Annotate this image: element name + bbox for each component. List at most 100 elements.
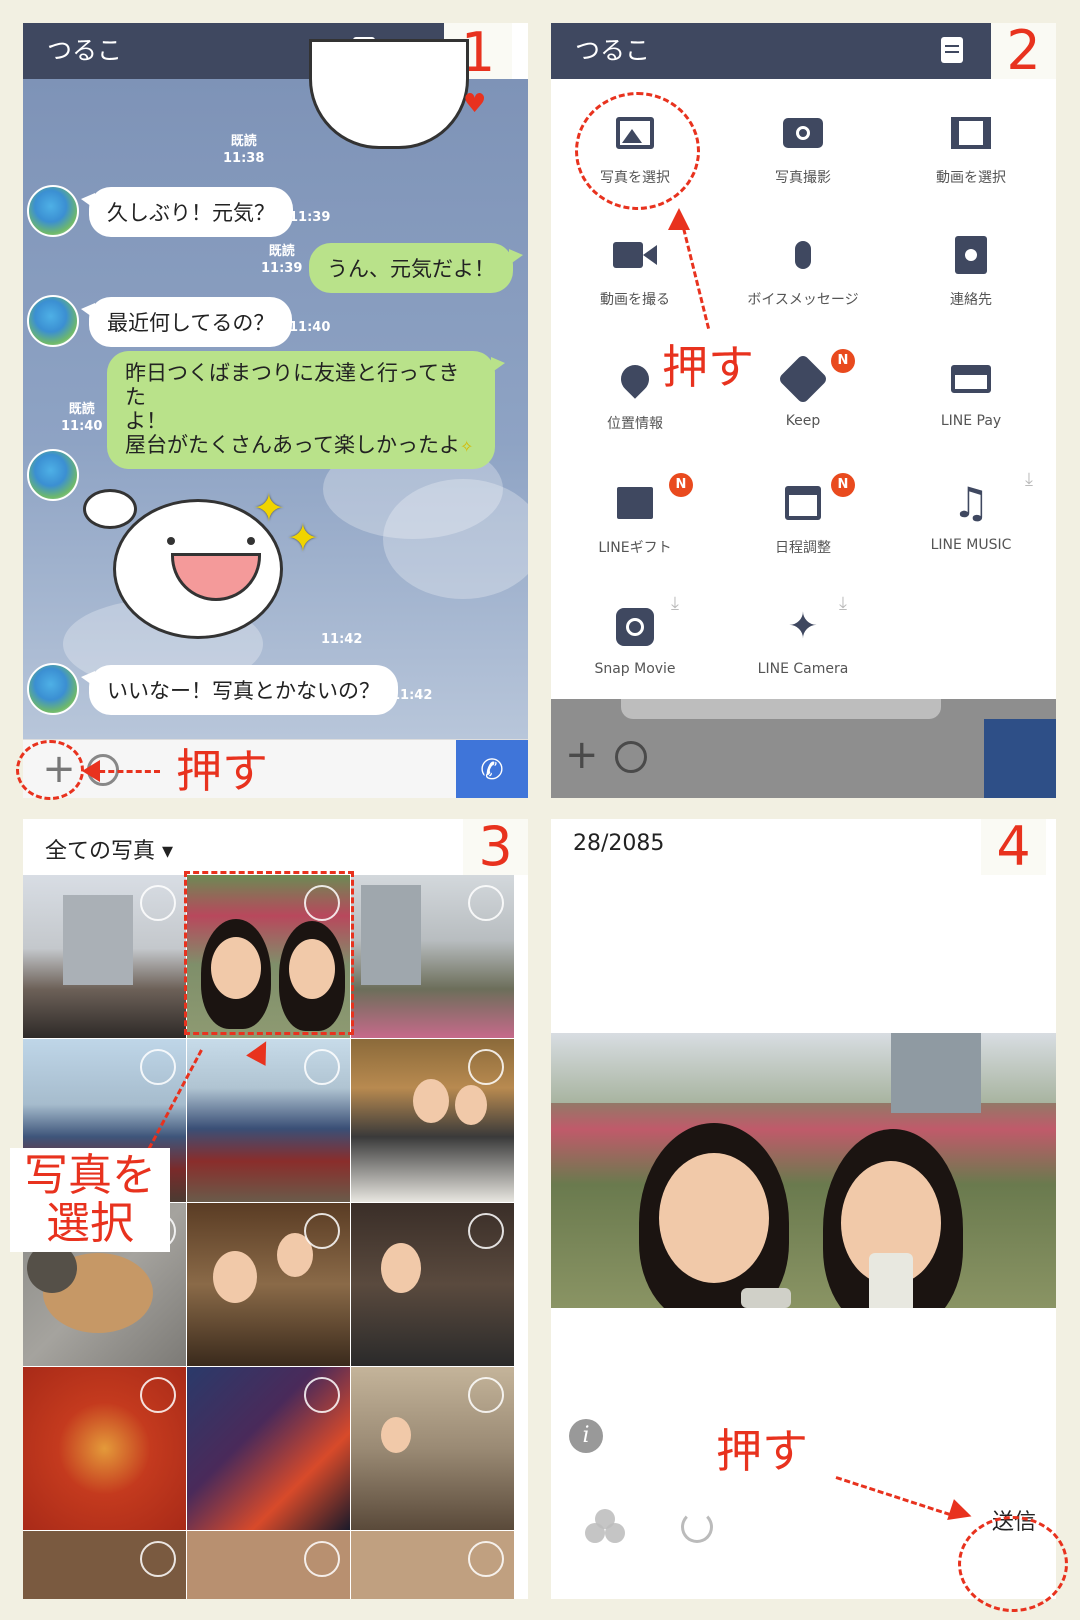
phone-icon: ✆ [480, 753, 504, 786]
select-circle[interactable] [468, 1049, 504, 1085]
photo-thumbnail[interactable] [351, 875, 514, 1038]
menu-record-video[interactable]: 動画を撮る [551, 201, 719, 321]
photo-thumbnail[interactable] [23, 1531, 186, 1599]
photo-thumbnail[interactable] [187, 1039, 350, 1202]
download-icon: ⤓ [1025, 469, 1033, 490]
new-badge: N [669, 473, 693, 497]
photo-thumbnail[interactable] [351, 1367, 514, 1530]
photo-preview-panel: 28/2085 4 i 送信 [551, 819, 1056, 1599]
photo-thumbnail[interactable] [23, 875, 186, 1038]
menu-line-gift[interactable]: N LINEギフト [551, 449, 719, 569]
new-badge: N [831, 349, 855, 373]
friend-avatar[interactable] [27, 663, 79, 715]
select-circle[interactable] [140, 1541, 176, 1577]
info-icon[interactable]: i [569, 1419, 603, 1453]
dimmed-input-bar: + [551, 699, 1056, 798]
camera-icon [779, 109, 827, 157]
film-icon [947, 109, 995, 157]
gift-icon [611, 479, 659, 527]
select-circle[interactable] [304, 1541, 340, 1577]
select-circle[interactable] [304, 1213, 340, 1249]
message-bubble-own: うん、元気だよ！ [309, 243, 523, 293]
read-status: 既読 11:40 [61, 402, 103, 434]
photo-counter: 28/2085 [573, 831, 665, 856]
annotation-arrowhead [82, 760, 100, 782]
annotation-circle [958, 1516, 1068, 1612]
contact-icon [947, 231, 995, 279]
download-icon: ⤓ [671, 593, 679, 614]
sparkle-emoji-icon: ✧ [459, 437, 474, 456]
message-time: 11:42 [391, 688, 433, 703]
friend-avatar[interactable] [27, 295, 79, 347]
select-circle[interactable] [304, 1377, 340, 1413]
menu-select-video[interactable]: 動画を選択 [887, 79, 1055, 199]
annotation-circle [575, 92, 700, 210]
message-bubble: 最近何してるの？ [80, 297, 293, 347]
gallery-header: 全ての写真 ▾ [23, 819, 528, 875]
chat-screen-panel: つるこ 1 ♥ 既読 11:38 久しぶり！元気？ 11:39 既読 11:39 う… [23, 23, 528, 798]
menu-take-photo[interactable]: 写真撮影 [719, 79, 887, 199]
select-circle[interactable] [304, 1049, 340, 1085]
menu-snap-movie[interactable]: ⤓ Snap Movie [551, 573, 719, 693]
annotation-circle [16, 740, 84, 800]
sparkle-star-icon: ✦ [287, 516, 319, 560]
message-bubble: 久しぶり！元気？ [81, 187, 293, 237]
photo-thumbnail[interactable] [351, 1039, 514, 1202]
menu-voice-message[interactable]: ボイスメッセージ [719, 201, 887, 321]
select-circle[interactable] [140, 1377, 176, 1413]
music-note-icon: ♫ [952, 478, 990, 527]
menu-line-camera[interactable]: ✦ ⤓ LINE Camera [719, 573, 887, 693]
menu-line-pay[interactable]: LINE Pay [887, 325, 1055, 445]
magic-wand-icon: ✦ [787, 606, 819, 647]
emoji-icon [615, 741, 647, 773]
message-time: 11:42 [321, 632, 363, 647]
photo-thumbnail[interactable] [23, 1367, 186, 1530]
annotation-press-label: 押す [176, 744, 268, 798]
message-time: 11:40 [289, 320, 331, 335]
annotation-press-label: 押す [662, 340, 754, 394]
annotation-press-label: 押す [716, 1424, 808, 1478]
select-circle[interactable] [468, 1213, 504, 1249]
chat-title: つるこ [575, 36, 651, 65]
chat-title: つるこ [47, 36, 123, 65]
select-circle[interactable] [140, 1049, 176, 1085]
new-badge: N [831, 473, 855, 497]
call-button [984, 719, 1056, 798]
filter-icon[interactable] [585, 1509, 625, 1549]
photo-thumbnail[interactable] [351, 1203, 514, 1366]
select-circle[interactable] [468, 1377, 504, 1413]
message-time: 11:39 [289, 210, 331, 225]
rotate-icon[interactable] [681, 1511, 713, 1543]
select-circle[interactable] [468, 1541, 504, 1577]
annotation-highlight-box [184, 871, 354, 1035]
photo-thumbnail[interactable] [187, 1531, 350, 1599]
read-status: 既読 11:39 [261, 244, 303, 276]
download-icon: ⤓ [839, 593, 847, 614]
step-badge: 3 [463, 819, 528, 875]
friend-avatar[interactable] [27, 185, 79, 237]
friend-avatar[interactable] [27, 449, 79, 501]
annotation-arrowhead [668, 208, 690, 230]
notes-icon[interactable] [941, 37, 963, 63]
photo-thumbnail[interactable] [187, 1203, 350, 1366]
card-icon [947, 355, 995, 403]
step-badge: 2 [991, 23, 1056, 79]
photo-thumbnail[interactable] [351, 1531, 514, 1599]
album-dropdown[interactable]: 全ての写真 ▾ [45, 839, 173, 864]
select-circle[interactable] [140, 885, 176, 921]
location-pin-icon [611, 355, 659, 403]
heart-icon: ♥ [463, 89, 487, 119]
annotation-arrow [90, 770, 160, 773]
menu-line-music[interactable]: ♫ ⤓ LINE MUSIC [887, 449, 1055, 569]
microphone-icon [779, 231, 827, 279]
chat-background: ♥ 既読 11:38 久しぶり！元気？ 11:39 既読 11:39 うん、元気だよ… [23, 39, 528, 739]
menu-contacts[interactable]: 連絡先 [887, 201, 1055, 321]
annotation-select-photo-label: 写真を 選択 [10, 1148, 170, 1252]
message-bubble: いいなー！写真とかないの？ [81, 665, 398, 715]
sticker-partial [309, 39, 469, 149]
call-button[interactable]: ✆ [456, 740, 528, 798]
chat-header: つるこ [551, 23, 991, 79]
select-circle[interactable] [468, 885, 504, 921]
photo-thumbnail[interactable] [187, 1367, 350, 1530]
menu-schedule[interactable]: N 日程調整 [719, 449, 887, 569]
